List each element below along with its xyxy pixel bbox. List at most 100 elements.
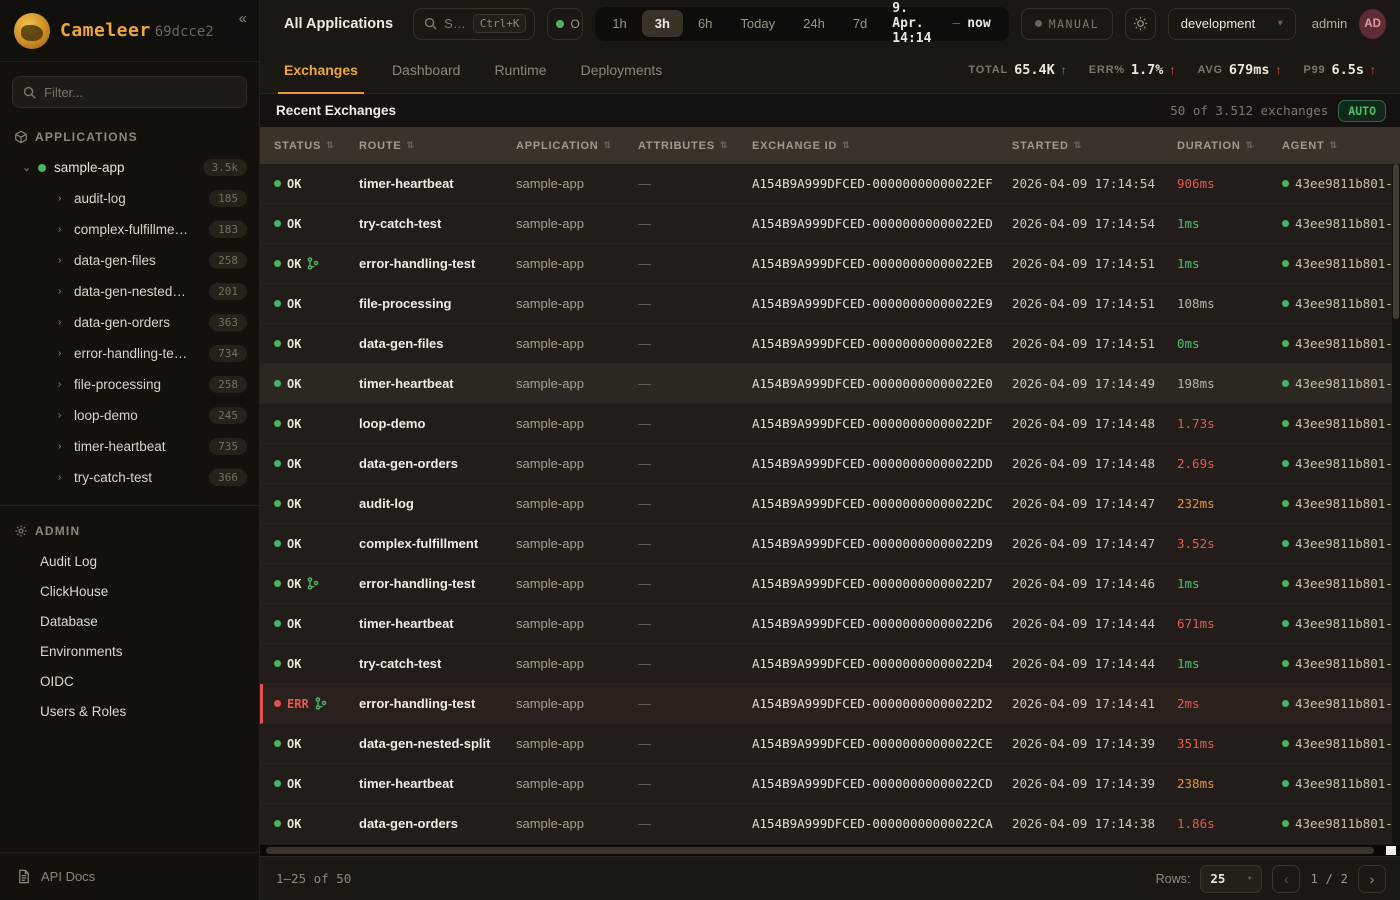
tab-deployments[interactable]: Deployments	[581, 47, 663, 93]
table-row[interactable]: OKloop-demosample-app—A154B9A999DFCED-00…	[260, 404, 1400, 444]
table-row[interactable]: OKtimer-heartbeatsample-app—A154B9A999DF…	[260, 604, 1400, 644]
status-dot	[274, 540, 281, 547]
sidebar-route-file-processing[interactable]: ›file-processing258	[0, 369, 259, 400]
table-row[interactable]: OKtry-catch-testsample-app—A154B9A999DFC…	[260, 204, 1400, 244]
exchange-id-cell: A154B9A999DFCED-00000000000022DD	[752, 456, 1012, 471]
table-row[interactable]: OKdata-gen-orderssample-app—A154B9A999DF…	[260, 444, 1400, 484]
rows-per-page-select[interactable]: 25 ▾	[1200, 865, 1262, 893]
sidebar-collapse-icon[interactable]: «	[239, 10, 247, 27]
auto-refresh-badge[interactable]: AUTO	[1338, 100, 1386, 122]
theme-toggle-button[interactable]	[1125, 8, 1156, 40]
vertical-scrollbar[interactable]	[1392, 164, 1400, 845]
application-cell: sample-app	[516, 296, 638, 311]
time-range-7d[interactable]: 7d	[840, 10, 880, 37]
column-header-application[interactable]: APPLICATION⇅	[516, 140, 638, 152]
admin-item-audit-log[interactable]: Audit Log	[0, 546, 259, 576]
stat-p99: P996.5s↑	[1304, 62, 1377, 78]
column-header-status[interactable]: STATUS⇅	[274, 140, 359, 152]
column-header-started[interactable]: STARTED⇅	[1012, 140, 1177, 152]
chevron-right-icon: ›	[58, 317, 74, 328]
table-row[interactable]: OKtry-catch-testsample-app—A154B9A999DFC…	[260, 644, 1400, 684]
table-row[interactable]: OKfile-processingsample-app—A154B9A999DF…	[260, 284, 1400, 324]
route-cell: try-catch-test	[359, 656, 516, 671]
app-count-badge: 3.5k	[203, 159, 248, 176]
prev-page-button[interactable]: ‹	[1272, 865, 1300, 893]
column-header-exchange-id[interactable]: EXCHANGE ID⇅	[752, 140, 1012, 152]
sidebar-item-sample-app[interactable]: ⌄ sample-app 3.5k	[0, 152, 259, 183]
sidebar-route-data-gen-nested[interactable]: ›data-gen-nested…201	[0, 276, 259, 307]
sidebar-filter-input[interactable]: Filter...	[12, 76, 247, 108]
next-page-button[interactable]: ›	[1358, 865, 1386, 893]
horizontal-scrollbar-thumb[interactable]	[266, 847, 1374, 854]
ok-status-filter-button[interactable]: O	[547, 8, 583, 40]
sidebar-route-complex-fulfillme[interactable]: ›complex-fulfillme…183	[0, 214, 259, 245]
agent-status-dot	[1282, 660, 1289, 667]
manual-refresh-button[interactable]: MANUAL	[1021, 8, 1114, 40]
table-row[interactable]: OKdata-gen-orderssample-app—A154B9A999DF…	[260, 804, 1400, 844]
agent-cell: 43ee9811b801-1	[1282, 296, 1400, 311]
column-header-route[interactable]: ROUTE⇅	[359, 140, 516, 152]
avatar[interactable]: AD	[1359, 9, 1386, 39]
tab-runtime[interactable]: Runtime	[494, 47, 546, 93]
sidebar-route-data-gen-files[interactable]: ›data-gen-files258	[0, 245, 259, 276]
exchange-id-cell: A154B9A999DFCED-00000000000022D4	[752, 656, 1012, 671]
admin-item-database[interactable]: Database	[0, 606, 259, 636]
time-range-6h[interactable]: 6h	[685, 10, 725, 37]
column-header-duration[interactable]: DURATION⇅	[1177, 140, 1282, 152]
app-logo: Cameleer69dcce2	[60, 20, 214, 41]
column-label: ATTRIBUTES	[638, 140, 715, 152]
time-range-today[interactable]: Today	[727, 10, 788, 37]
route-cell: timer-heartbeat	[359, 376, 516, 391]
table-row[interactable]: OKaudit-logsample-app—A154B9A999DFCED-00…	[260, 484, 1400, 524]
api-docs-link[interactable]: API Docs	[0, 852, 259, 900]
column-header-agent[interactable]: AGENT⇅	[1282, 140, 1400, 152]
application-cell: sample-app	[516, 376, 638, 391]
sidebar-route-error-handling-te[interactable]: ›error-handling-te…734	[0, 338, 259, 369]
sidebar: Cameleer69dcce2 « Filter... APPLICATIONS…	[0, 0, 260, 900]
environment-select[interactable]: development ▾	[1168, 8, 1296, 40]
table-row[interactable]: OKerror-handling-testsample-app—A154B9A9…	[260, 244, 1400, 284]
table-row[interactable]: OKtimer-heartbeatsample-app—A154B9A999DF…	[260, 764, 1400, 804]
status-dot	[274, 340, 281, 347]
tab-dashboard[interactable]: Dashboard	[392, 47, 461, 93]
vertical-scrollbar-thumb[interactable]	[1393, 164, 1399, 319]
trend-arrow-icon: ↑	[1276, 63, 1282, 77]
duration-cell: 232ms	[1177, 496, 1282, 511]
status-dot	[38, 164, 46, 172]
table-row[interactable]: OKdata-gen-nested-splitsample-app—A154B9…	[260, 724, 1400, 764]
application-cell: sample-app	[516, 576, 638, 591]
horizontal-scrollbar[interactable]	[260, 845, 1400, 856]
started-cell: 2026-04-09 17:14:51	[1012, 296, 1177, 311]
search-placeholder: S…	[444, 16, 466, 31]
table-row[interactable]: OKtimer-heartbeatsample-app—A154B9A999DF…	[260, 164, 1400, 204]
exchange-id-cell: A154B9A999DFCED-00000000000022CE	[752, 736, 1012, 751]
attributes-cell: —	[638, 656, 752, 671]
table-row[interactable]: OKtimer-heartbeatsample-app—A154B9A999DF…	[260, 364, 1400, 404]
agent-id: 43ee9811b801-1	[1295, 776, 1400, 791]
gear-icon	[14, 524, 28, 538]
logo-title: Cameleer	[60, 20, 151, 41]
table-row[interactable]: ERRerror-handling-testsample-app—A154B9A…	[260, 684, 1400, 724]
admin-item-environments[interactable]: Environments	[0, 636, 259, 666]
time-range-24h[interactable]: 24h	[790, 10, 838, 37]
trend-arrow-icon: ↑	[1169, 63, 1175, 77]
admin-item-oidc[interactable]: OIDC	[0, 666, 259, 696]
table-row[interactable]: OKcomplex-fulfillmentsample-app—A154B9A9…	[260, 524, 1400, 564]
sidebar-route-timer-heartbeat[interactable]: ›timer-heartbeat735	[0, 431, 259, 462]
admin-item-clickhouse[interactable]: ClickHouse	[0, 576, 259, 606]
column-label: ROUTE	[359, 140, 402, 152]
column-header-attributes[interactable]: ATTRIBUTES⇅	[638, 140, 752, 152]
time-range-1h[interactable]: 1h	[599, 10, 639, 37]
table-row[interactable]: OKerror-handling-testsample-app—A154B9A9…	[260, 564, 1400, 604]
tab-exchanges[interactable]: Exchanges	[284, 47, 358, 93]
global-search-input[interactable]: S… Ctrl+K	[413, 8, 535, 40]
sidebar-route-data-gen-orders[interactable]: ›data-gen-orders363	[0, 307, 259, 338]
search-icon	[424, 17, 437, 30]
table-row[interactable]: OKdata-gen-filessample-app—A154B9A999DFC…	[260, 324, 1400, 364]
date-range-display[interactable]: 9. Apr. 14:14 – now	[882, 1, 1004, 46]
sidebar-route-try-catch-test[interactable]: ›try-catch-test366	[0, 462, 259, 493]
time-range-3h[interactable]: 3h	[642, 10, 683, 37]
admin-item-users-roles[interactable]: Users & Roles	[0, 696, 259, 726]
sidebar-route-loop-demo[interactable]: ›loop-demo245	[0, 400, 259, 431]
sidebar-route-audit-log[interactable]: ›audit-log185	[0, 183, 259, 214]
